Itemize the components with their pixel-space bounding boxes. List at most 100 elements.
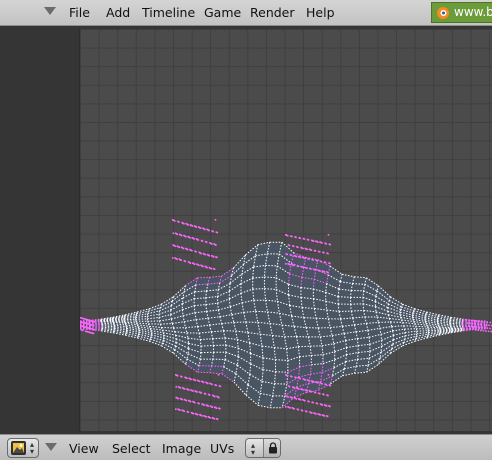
uv-vertex-selected[interactable]	[181, 398, 184, 401]
uv-vertex-selected[interactable]	[307, 239, 310, 241]
uv-vertex-selected[interactable]	[304, 257, 306, 260]
uv-vertex-selected[interactable]	[466, 322, 469, 324]
uv-vertex-selected[interactable]	[293, 387, 296, 389]
uv-vertex-selected[interactable]	[329, 405, 331, 408]
uv-vertex-selected[interactable]	[205, 416, 207, 418]
uv-vertex-selected[interactable]	[80, 325, 82, 327]
uv-vertex-selected[interactable]	[186, 377, 188, 380]
uv-vertex-selected[interactable]	[213, 418, 216, 420]
menu-select[interactable]: Select	[112, 441, 151, 456]
uv-vertex-selected[interactable]	[487, 330, 490, 333]
uv-vertex-selected[interactable]	[80, 317, 82, 319]
uv-vertex-selected[interactable]	[208, 394, 211, 396]
uv-vertex-selected[interactable]	[327, 374, 330, 376]
uv-vertex-selected[interactable]	[217, 374, 220, 376]
uv-vertex-selected[interactable]	[219, 407, 221, 410]
uv-vertex-selected[interactable]	[201, 415, 203, 417]
uv-editor-viewport[interactable]	[0, 26, 492, 434]
editor-type-button[interactable]: ▴ ▾	[7, 438, 39, 458]
uv-vertex-selected[interactable]	[305, 267, 308, 269]
uv-vertex-selected[interactable]	[194, 401, 196, 404]
uv-vertex-selected[interactable]	[316, 260, 319, 262]
uv-vertex-selected[interactable]	[295, 376, 297, 379]
uv-vertex-selected[interactable]	[314, 250, 317, 252]
uv-vertex-selected[interactable]	[312, 240, 315, 242]
uv-vertex-selected[interactable]	[293, 264, 295, 267]
uv-vertex-selected[interactable]	[186, 248, 189, 251]
uv-edge[interactable]	[197, 276, 210, 279]
uv-vertex-selected[interactable]	[189, 262, 192, 264]
uv-vertex-selected[interactable]	[321, 242, 323, 244]
uv-vertex-selected[interactable]	[189, 237, 191, 239]
uv-vertex-selected[interactable]	[201, 240, 204, 242]
uv-vertex-selected[interactable]	[183, 388, 186, 390]
uv-vertex-selected[interactable]	[470, 319, 473, 322]
uv-vertex-selected[interactable]	[295, 236, 297, 239]
uv-vertex-selected[interactable]	[312, 401, 314, 404]
uv-vertex-selected[interactable]	[327, 394, 329, 397]
uv-vertex-selected[interactable]	[299, 399, 302, 401]
uv-vertex-selected[interactable]	[195, 226, 198, 228]
uv-vertex-selected[interactable]	[291, 235, 293, 238]
uv-vertex-selected[interactable]	[213, 268, 216, 270]
uv-vertex-selected[interactable]	[317, 241, 319, 243]
uv-vertex-selected[interactable]	[176, 375, 179, 377]
uv-vertex-selected[interactable]	[179, 387, 182, 389]
uv-vertex-selected[interactable]	[474, 329, 477, 331]
menu-add[interactable]: Add	[106, 5, 130, 20]
uv-vertex-selected[interactable]	[326, 271, 329, 274]
uv-vertex-selected[interactable]	[193, 263, 196, 265]
uv-edge[interactable]	[197, 371, 210, 374]
uv-vertex-selected[interactable]	[297, 265, 300, 268]
uv-vertex-selected[interactable]	[204, 253, 207, 256]
uv-vertex-selected[interactable]	[183, 410, 185, 412]
uv-vertex-selected[interactable]	[489, 327, 491, 330]
uv-vertex-selected[interactable]	[203, 404, 205, 406]
uv-vertex-selected[interactable]	[302, 247, 304, 250]
uv-vertex-selected[interactable]	[323, 271, 326, 273]
uv-vertex-selected[interactable]	[304, 400, 306, 402]
uv-vertex-selected[interactable]	[303, 238, 306, 240]
uv-vertex-selected[interactable]	[329, 262, 331, 265]
uv-vertex-selected[interactable]	[185, 235, 187, 238]
lock-button[interactable]	[263, 439, 280, 457]
uv-vertex-selected[interactable]	[211, 383, 213, 386]
uv-vertex-selected[interactable]	[181, 376, 183, 378]
uv-vertex-selected[interactable]	[215, 407, 218, 409]
uv-vertex-selected[interactable]	[218, 396, 220, 399]
uv-vertex-selected[interactable]	[469, 328, 471, 330]
uv-vertex-selected[interactable]	[466, 328, 468, 330]
uv-vertex-selected[interactable]	[312, 381, 315, 383]
uv-vertex-selected[interactable]	[467, 325, 470, 327]
uv-vertex-selected[interactable]	[314, 269, 316, 271]
uv-vertex-selected[interactable]	[210, 267, 213, 270]
uv-vertex-selected[interactable]	[297, 408, 300, 411]
uv-vertex-selected[interactable]	[192, 412, 195, 415]
uv-vertex-selected[interactable]	[285, 406, 287, 408]
uv-vertex-selected[interactable]	[172, 257, 174, 259]
uv-vertex-selected[interactable]	[216, 418, 219, 421]
uv-vertex-selected[interactable]	[176, 233, 179, 236]
uv-vertex-selected[interactable]	[286, 253, 288, 256]
uv-vertex-selected[interactable]	[305, 410, 308, 413]
uv-vertex-selected[interactable]	[485, 330, 487, 332]
header-collapse-icon[interactable]	[45, 443, 57, 452]
uv-vertex-selected[interactable]	[289, 263, 291, 266]
uv-vertex-selected[interactable]	[205, 241, 208, 244]
image-grid-area[interactable]	[79, 29, 492, 431]
uv-vertex-selected[interactable]	[473, 319, 475, 322]
uv-vertex-selected[interactable]	[312, 259, 314, 261]
uv-vertex-selected[interactable]	[310, 249, 313, 251]
uv-vertex-selected[interactable]	[486, 321, 488, 323]
uv-vertex-selected[interactable]	[318, 251, 321, 253]
uv-vertex-selected[interactable]	[211, 243, 213, 245]
uv-vertex-selected[interactable]	[198, 264, 200, 267]
uv-vertex-selected[interactable]	[179, 409, 181, 411]
uv-vertex-selected[interactable]	[177, 397, 179, 400]
uv-vertex-selected[interactable]	[92, 320, 94, 323]
uv-vertex-selected[interactable]	[297, 246, 299, 248]
uv-vertex-selected[interactable]	[477, 329, 479, 331]
uv-vertex-selected[interactable]	[324, 261, 327, 264]
uv-vertex-selected[interactable]	[209, 417, 211, 419]
uv-vertex-selected[interactable]	[215, 384, 217, 387]
